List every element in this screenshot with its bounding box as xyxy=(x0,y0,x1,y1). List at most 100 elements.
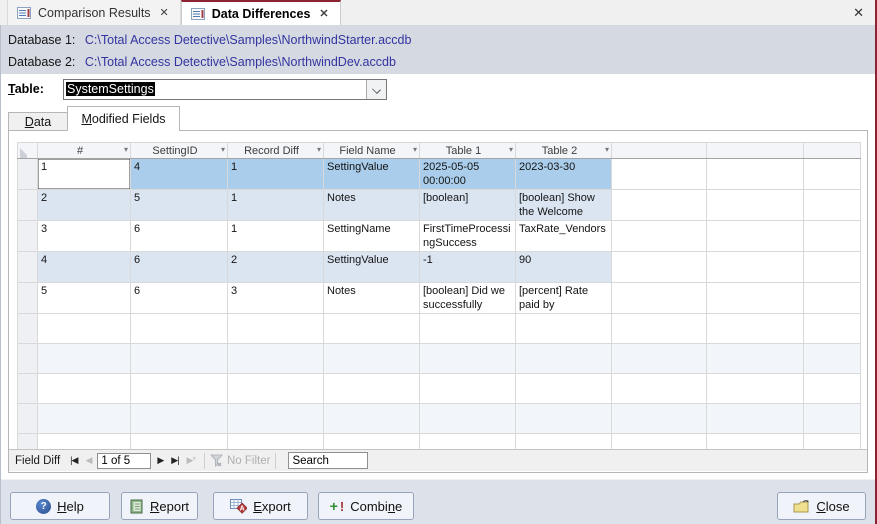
grid-cell[interactable]: SettingValue xyxy=(324,159,420,190)
grid-cell[interactable]: 90 xyxy=(516,252,612,283)
close-button[interactable]: Close xyxy=(777,492,866,520)
grid-cell[interactable]: 2025-05-05 00:00:00 xyxy=(420,159,516,190)
column-header-field-name[interactable]: Field Name▾ xyxy=(324,143,420,159)
grid-cell[interactable]: 3 xyxy=(228,283,324,314)
select-all-corner[interactable] xyxy=(18,143,38,159)
column-header-number[interactable]: #▾ xyxy=(38,143,131,159)
doc-tab-label: Data Differences xyxy=(212,7,311,21)
grid-cell-empty xyxy=(612,221,707,252)
empty-row xyxy=(18,434,861,450)
grid-cell[interactable]: 2023-03-30 xyxy=(516,159,612,190)
grid-cell[interactable]: [boolean] Did we successfully xyxy=(420,283,516,314)
last-record-button[interactable]: ▶| xyxy=(167,455,182,466)
row-selector[interactable] xyxy=(18,283,38,314)
grid-cell[interactable]: 2 xyxy=(228,252,324,283)
column-header-table2[interactable]: Table 2▾ xyxy=(516,143,612,159)
combo-dropdown-button[interactable] xyxy=(366,80,386,99)
database-info-strip: Database 1: C:\Total Access Detective\Sa… xyxy=(0,25,877,74)
grid-cell[interactable]: [boolean] Show the Welcome xyxy=(516,190,612,221)
column-dropdown-icon[interactable]: ▾ xyxy=(413,145,417,154)
table-row: 3 6 1 SettingName FirstTimeProcessingSuc… xyxy=(18,221,861,252)
export-button[interactable]: A Export xyxy=(213,492,308,520)
grid-cell[interactable]: 4 xyxy=(131,159,228,190)
grid-cell[interactable]: FirstTimeProcessingSuccess xyxy=(420,221,516,252)
grid-cell-empty xyxy=(804,190,861,221)
grid-cell[interactable]: 1 xyxy=(228,159,324,190)
grid-cell[interactable]: SettingValue xyxy=(324,252,420,283)
record-position-input[interactable] xyxy=(97,453,151,469)
database2-path: C:\Total Access Detective\Samples\Northw… xyxy=(85,55,396,69)
doc-tab-comparison-results[interactable]: Comparison Results ✕ xyxy=(7,0,181,25)
grid-cell[interactable]: SettingName xyxy=(324,221,420,252)
table-row: 5 6 3 Notes [boolean] Did we successfull… xyxy=(18,283,861,314)
doc-tab-data-differences[interactable]: Data Differences ✕ xyxy=(181,0,341,25)
grid-cell[interactable]: 5 xyxy=(131,190,228,221)
grid-cell[interactable]: [boolean] xyxy=(420,190,516,221)
grid-cell[interactable]: 6 xyxy=(131,221,228,252)
row-selector[interactable] xyxy=(18,221,38,252)
grid-cell-empty xyxy=(707,159,804,190)
column-header-record-diff[interactable]: Record Diff▾ xyxy=(228,143,324,159)
column-header-empty xyxy=(804,143,861,159)
grid-cell[interactable]: 6 xyxy=(131,252,228,283)
grid-cell[interactable]: 1 xyxy=(228,190,324,221)
next-record-button[interactable]: ▶ xyxy=(153,455,167,466)
column-dropdown-icon[interactable]: ▾ xyxy=(124,145,128,154)
first-record-button[interactable]: |◀ xyxy=(66,455,81,466)
export-icon: A xyxy=(230,499,247,514)
grid-cell[interactable]: Notes xyxy=(324,190,420,221)
database2-line: Database 2: C:\Total Access Detective\Sa… xyxy=(8,51,877,73)
grid-cell-empty xyxy=(612,159,707,190)
tab-modified-fields[interactable]: Modified Fields xyxy=(67,106,180,131)
database1-label: Database 1: xyxy=(8,33,75,47)
search-input[interactable] xyxy=(288,452,368,469)
row-selector[interactable] xyxy=(18,314,38,344)
database1-path: C:\Total Access Detective\Samples\Northw… xyxy=(85,33,412,47)
window-close-icon[interactable]: ✕ xyxy=(849,4,868,22)
svg-text:A: A xyxy=(240,505,245,512)
tab-close-icon[interactable]: ✕ xyxy=(158,6,171,19)
column-dropdown-icon[interactable]: ▾ xyxy=(221,145,225,154)
filter-icon xyxy=(210,454,224,467)
previous-record-button[interactable]: ◀ xyxy=(81,455,95,466)
new-record-button[interactable]: ▶* xyxy=(183,455,199,466)
grid-cell[interactable]: 4 xyxy=(38,252,131,283)
column-header-settingid[interactable]: SettingID▾ xyxy=(131,143,228,159)
combine-button[interactable]: +! Combine xyxy=(318,492,414,520)
row-selector[interactable] xyxy=(18,344,38,374)
window-left-border xyxy=(0,25,1,524)
help-button[interactable]: ? Help xyxy=(10,492,110,520)
grid-cell[interactable]: [percent] Rate paid by xyxy=(516,283,612,314)
row-selector[interactable] xyxy=(18,374,38,404)
footer-bar: ? Help Report A Export +! Combine Close xyxy=(0,479,877,524)
column-header-empty xyxy=(707,143,804,159)
report-button[interactable]: Report xyxy=(121,492,198,520)
row-selector[interactable] xyxy=(18,252,38,283)
grid-cell[interactable]: 6 xyxy=(131,283,228,314)
column-header-table1[interactable]: Table 1▾ xyxy=(420,143,516,159)
no-filter-button[interactable]: No Filter xyxy=(227,455,270,467)
table-row: 4 6 2 SettingValue -1 90 xyxy=(18,252,861,283)
tab-close-icon[interactable]: ✕ xyxy=(317,7,330,20)
row-selector[interactable] xyxy=(18,434,38,450)
grid-cell[interactable]: 3 xyxy=(38,221,131,252)
row-selector[interactable] xyxy=(18,404,38,434)
grid-cell[interactable]: 2 xyxy=(38,190,131,221)
grid-cell[interactable]: TaxRate_Vendors xyxy=(516,221,612,252)
grid-cell[interactable]: Notes xyxy=(324,283,420,314)
grid-cell[interactable]: 1 xyxy=(38,159,131,190)
table-combobox[interactable]: SystemSettings xyxy=(63,79,387,100)
tab-data[interactable]: Data xyxy=(8,112,68,131)
column-dropdown-icon[interactable]: ▾ xyxy=(317,145,321,154)
grid-cell[interactable]: -1 xyxy=(420,252,516,283)
column-dropdown-icon[interactable]: ▾ xyxy=(605,145,609,154)
row-selector[interactable] xyxy=(18,159,38,190)
column-dropdown-icon[interactable]: ▾ xyxy=(509,145,513,154)
grid-cell[interactable]: 5 xyxy=(38,283,131,314)
grid-cell-empty xyxy=(804,283,861,314)
row-selector[interactable] xyxy=(18,190,38,221)
grid-cell[interactable]: 1 xyxy=(228,221,324,252)
empty-row xyxy=(18,404,861,434)
grid-cell-empty xyxy=(804,252,861,283)
empty-row xyxy=(18,374,861,404)
